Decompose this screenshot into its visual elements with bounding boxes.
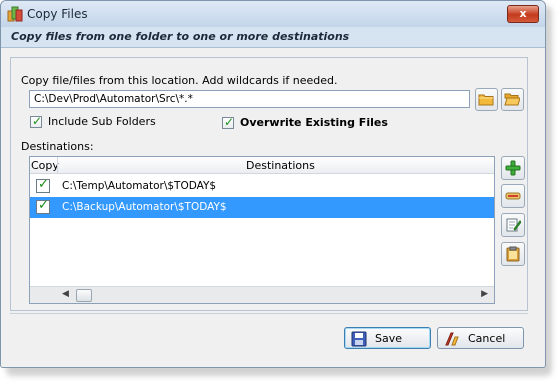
- browse-folder-button[interactable]: [475, 88, 498, 111]
- scroll-right-icon[interactable]: ▶: [481, 289, 488, 299]
- remove-icon: [505, 192, 521, 200]
- column-header-copy[interactable]: Copy: [31, 159, 59, 172]
- checkmark-icon: ✓: [38, 198, 49, 213]
- footer-divider: [10, 313, 528, 314]
- add-icon: [505, 160, 521, 176]
- scroll-thumb[interactable]: [76, 289, 92, 302]
- folder-icon: [478, 94, 494, 106]
- include-sub-folders-checkbox[interactable]: ✓: [30, 114, 43, 128]
- destinations-grid[interactable]: Copy Destinations ✓ C:\Temp\Automator\$T…: [29, 156, 495, 304]
- app-icon: [7, 6, 23, 22]
- subtitle-bar: Copy files from one folder to one or mor…: [1, 27, 545, 48]
- overwrite-label: Overwrite Existing Files: [240, 116, 388, 129]
- edit-destination-button[interactable]: [501, 213, 525, 237]
- destination-path: C:\Backup\Automator\$TODAY$: [62, 201, 227, 213]
- overwrite-checkbox[interactable]: ✓: [222, 115, 235, 129]
- destinations-label: Destinations:: [21, 140, 94, 153]
- table-row[interactable]: ✓ C:\Backup\Automator\$TODAY$: [30, 197, 494, 218]
- destination-path: C:\Temp\Automator\$TODAY$: [62, 180, 217, 192]
- checkmark-icon: ✓: [38, 177, 49, 192]
- remove-destination-button[interactable]: [501, 184, 525, 208]
- checkmark-icon: ✓: [224, 115, 235, 129]
- save-icon: [351, 331, 367, 347]
- save-button[interactable]: Save: [344, 327, 431, 349]
- copy-checkbox[interactable]: ✓: [36, 198, 50, 214]
- save-button-label: Save: [375, 332, 403, 345]
- cancel-icon: [445, 332, 459, 346]
- cancel-button-label: Cancel: [468, 332, 506, 345]
- table-row[interactable]: ✓ C:\Temp\Automator\$TODAY$: [30, 176, 494, 197]
- source-path-input[interactable]: C:\Dev\Prod\Automator\Src\*.*: [29, 90, 470, 108]
- title-bar[interactable]: Copy Files x: [1, 1, 545, 28]
- grid-header: Copy Destinations: [30, 157, 494, 174]
- column-header-destinations[interactable]: Destinations: [246, 159, 315, 172]
- paste-icon: [506, 246, 520, 262]
- column-divider: [57, 157, 58, 173]
- scroll-left-icon[interactable]: ◀: [62, 289, 69, 299]
- add-destination-button[interactable]: [501, 156, 525, 180]
- close-button[interactable]: x: [507, 5, 539, 23]
- source-label: Copy file/files from this location. Add …: [21, 74, 338, 87]
- include-sub-folders-label: Include Sub Folders: [48, 115, 156, 128]
- dialog-subtitle: Copy files from one folder to one or mor…: [11, 30, 350, 43]
- copy-files-dialog: Copy Files x Copy files from one folder …: [0, 0, 546, 368]
- cancel-button[interactable]: Cancel: [437, 327, 524, 349]
- horizontal-scrollbar[interactable]: ◀ ▶: [30, 286, 494, 303]
- copy-checkbox[interactable]: ✓: [36, 177, 50, 193]
- paste-destination-button[interactable]: [501, 242, 525, 266]
- edit-icon: [506, 218, 521, 232]
- browse-folder-alt-button[interactable]: [501, 88, 524, 111]
- folder-open-icon: [504, 93, 520, 106]
- window-title: Copy Files: [27, 7, 88, 21]
- checkmark-icon: ✓: [32, 114, 43, 128]
